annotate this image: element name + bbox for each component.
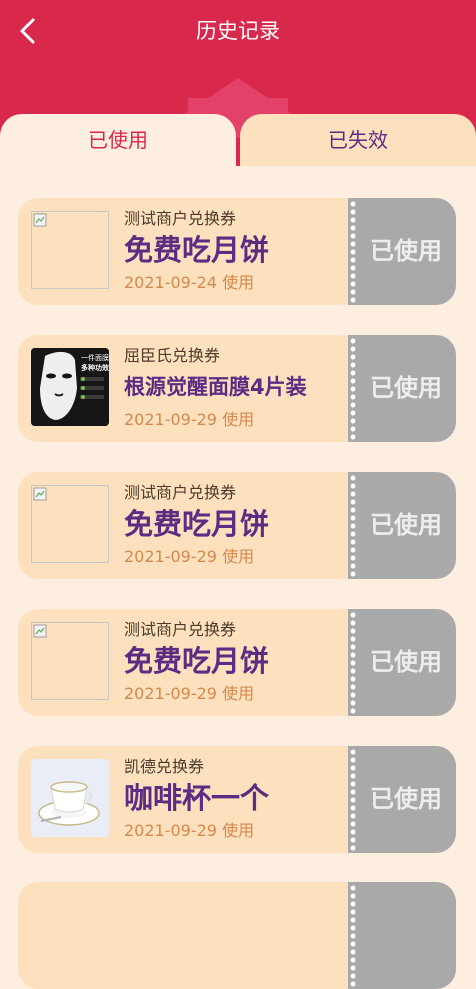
coupon-card-body [18,882,348,989]
coupon-date: 2021-09-24 使用 [124,273,255,292]
tab-expired[interactable]: 已失效 [240,114,476,166]
coffee-cup-image [31,759,109,837]
perforation [348,748,358,851]
coupon-date: 2021-09-29 使用 [124,410,255,429]
coupon-card[interactable]: 测试商户兑换券 免费吃月饼 2021-09-29 使用 已使用 [18,472,456,579]
coupon-card[interactable]: 测试商户兑换券 免费吃月饼 2021-09-29 使用 已使用 [18,609,456,716]
coupon-card[interactable]: 凯德兑换券 咖啡杯一个 2021-09-29 使用 已使用 [18,746,456,853]
coupon-merchant: 凯德兑换券 [124,757,205,776]
page-title: 历史记录 [196,19,280,43]
face-mask-image: 一件面膜 多种功效 [31,348,109,426]
perforation [348,200,358,303]
coupon-status: 已使用 [370,648,442,676]
broken-image-icon [33,213,47,227]
coupon-date: 2021-09-29 使用 [124,547,255,566]
coupon-image-broken [31,485,109,563]
coupon-image-broken [31,622,109,700]
coupon-card-stub [348,882,456,989]
coupon-name: 根源觉醒面膜4片装 [124,375,307,399]
coupon-date: 2021-09-29 使用 [124,821,255,840]
coupon-image-broken [31,211,109,289]
coupon-list: 测试商户兑换券 免费吃月饼 2021-09-24 使用 已使用 一件面膜 多种功… [0,166,476,989]
coupon-name: 免费吃月饼 [124,233,270,267]
coupon-name: 咖啡杯一个 [124,781,270,815]
coupon-status: 已使用 [370,237,442,265]
coupon-merchant: 屈臣氏兑换券 [124,346,221,365]
coupon-status: 已使用 [370,374,442,402]
coupon-card[interactable]: 测试商户兑换券 免费吃月饼 2021-09-24 使用 已使用 [18,198,456,305]
coupon-card-partial[interactable] [18,882,456,989]
coupon-card[interactable]: 一件面膜 多种功效 屈臣氏兑换券 根源觉醒面膜4片装 2021-09-29 使用… [18,335,456,442]
coupon-image: 一件面膜 多种功效 [31,348,109,426]
perforation [348,884,358,987]
broken-image-icon [33,624,47,638]
broken-image-icon [33,487,47,501]
coupon-date: 2021-09-29 使用 [124,684,255,703]
coupon-status: 已使用 [370,785,442,813]
coupon-name: 免费吃月饼 [124,507,270,541]
image-caption-1: 一件面膜 [81,353,109,362]
tab-used[interactable]: 已使用 [0,114,236,174]
coupon-name: 免费吃月饼 [124,644,270,678]
perforation [348,611,358,714]
coupon-image [31,759,109,837]
coupon-merchant: 测试商户兑换券 [124,483,237,502]
coupon-merchant: 测试商户兑换券 [124,620,237,639]
perforation [348,474,358,577]
perforation [348,337,358,440]
image-caption-2: 多种功效 [81,363,109,372]
coupon-merchant: 测试商户兑换券 [124,209,237,228]
coupon-status: 已使用 [370,511,442,539]
